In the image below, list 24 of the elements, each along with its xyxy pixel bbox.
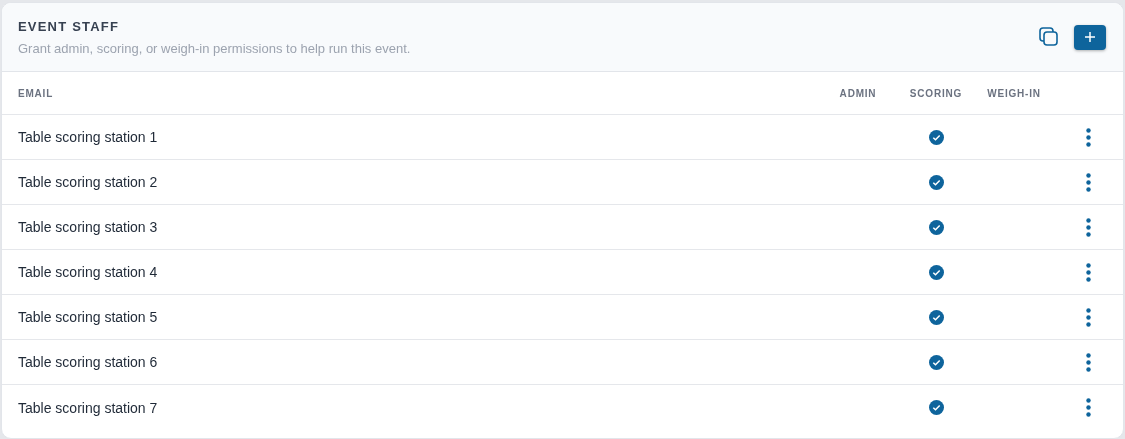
- column-header: EMAIL: [18, 87, 54, 99]
- email-cell-text: Table scoring station 1: [18, 129, 159, 145]
- more-icon: [1085, 352, 1091, 372]
- email-cell-text: Table scoring station 2: [18, 174, 159, 190]
- more-icon: [1085, 127, 1091, 147]
- more-icon: [1085, 217, 1091, 237]
- plus-icon: [1084, 31, 1096, 43]
- section-title: EVENT STAFF: [18, 18, 121, 34]
- more-icon: [1085, 262, 1091, 282]
- more-icon: [1085, 307, 1091, 327]
- section-subtitle: Grant admin, scoring, or weigh-in permissions to help run this event.: [18, 40, 412, 56]
- email-cell-text: Table scoring station 6: [18, 354, 159, 370]
- more-icon: [1085, 398, 1091, 417]
- column-header: SCORING: [909, 87, 963, 99]
- copy-button[interactable]: [1038, 26, 1060, 48]
- column-header: ADMIN: [839, 87, 877, 99]
- email-cell-text: Table scoring station 5: [18, 309, 159, 325]
- add-button[interactable]: [1074, 24, 1106, 50]
- column-header: WEIGH-IN: [987, 87, 1041, 99]
- email-cell-text: Table scoring station 3: [18, 219, 159, 235]
- email-cell-text: Table scoring station 7: [18, 399, 159, 416]
- copy-icon: [1038, 26, 1060, 48]
- more-icon: [1085, 172, 1091, 192]
- email-cell-text: Table scoring station 4: [18, 264, 159, 280]
